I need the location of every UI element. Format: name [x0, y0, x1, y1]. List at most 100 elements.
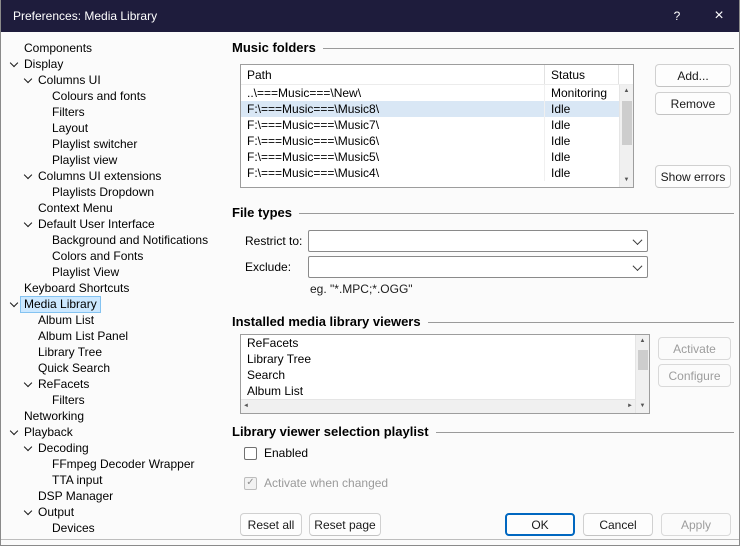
tree-expand-icon[interactable]: [36, 138, 49, 151]
tree-expand-icon[interactable]: [36, 122, 49, 135]
apply-button[interactable]: Apply: [661, 513, 731, 536]
chevron-down-icon[interactable]: [627, 231, 647, 251]
tree-item[interactable]: Networking: [4, 408, 230, 424]
add-folder-button[interactable]: Add...: [655, 64, 731, 87]
tree-expand-icon[interactable]: [36, 186, 49, 199]
tree-item[interactable]: Playlist view: [4, 152, 230, 168]
scroll-up-icon[interactable]: ▲: [640, 335, 646, 348]
tree-expand-icon[interactable]: [36, 474, 49, 487]
ok-button[interactable]: OK: [505, 513, 575, 536]
tree-item[interactable]: Media Library: [4, 296, 230, 312]
scroll-up-icon[interactable]: ▲: [624, 85, 630, 98]
chevron-down-icon[interactable]: [627, 257, 647, 277]
tree-item[interactable]: Decoding: [4, 440, 230, 456]
tree-item[interactable]: Colors and Fonts: [4, 248, 230, 264]
tree-expand-icon[interactable]: [36, 234, 49, 247]
tree-item[interactable]: Library Tree: [4, 344, 230, 360]
tree-expand-icon[interactable]: [36, 250, 49, 263]
activate-when-changed-checkbox[interactable]: ✓: [244, 477, 257, 490]
tree-item[interactable]: Context Menu: [4, 200, 230, 216]
restrict-to-combobox[interactable]: [308, 230, 648, 252]
tree-item[interactable]: Keyboard Shortcuts: [4, 280, 230, 296]
tree-expand-icon[interactable]: [22, 506, 35, 519]
folder-row[interactable]: F:\===Music===\Music8\ Idle: [241, 101, 619, 117]
reset-all-button[interactable]: Reset all: [240, 513, 302, 536]
folder-row[interactable]: F:\===Music===\Music4\ Idle: [241, 165, 619, 181]
tree-expand-icon[interactable]: [8, 410, 21, 423]
folder-row[interactable]: F:\===Music===\Music5\ Idle: [241, 149, 619, 165]
tree-item[interactable]: Playback: [4, 424, 230, 440]
viewers-horizontal-scrollbar[interactable]: ◄ ►: [241, 399, 635, 413]
exclude-combobox[interactable]: [308, 256, 648, 278]
close-button[interactable]: ×: [698, 0, 740, 32]
tree-item[interactable]: Album List Panel: [4, 328, 230, 344]
folders-vertical-scrollbar[interactable]: ▲ ▼: [619, 85, 633, 187]
viewer-item[interactable]: Library Tree: [241, 351, 635, 367]
tree-item[interactable]: Devices: [4, 520, 230, 536]
tree-expand-icon[interactable]: [36, 458, 49, 471]
viewer-item[interactable]: ReFacets: [241, 335, 635, 351]
tree-expand-icon[interactable]: [22, 330, 35, 343]
tree-item[interactable]: Album List: [4, 312, 230, 328]
tree-expand-icon[interactable]: [36, 522, 49, 535]
tree-item[interactable]: Playlists Dropdown: [4, 184, 230, 200]
folder-row[interactable]: F:\===Music===\Music6\ Idle: [241, 133, 619, 149]
tree-expand-icon[interactable]: [22, 74, 35, 87]
tree-expand-icon[interactable]: [22, 202, 35, 215]
tree-expand-icon[interactable]: [22, 378, 35, 391]
tree-expand-icon[interactable]: [8, 58, 21, 71]
remove-folder-button[interactable]: Remove: [655, 92, 731, 115]
show-errors-button[interactable]: Show errors: [655, 165, 731, 188]
tree-item[interactable]: Components: [4, 40, 230, 56]
tree-item[interactable]: Columns UI: [4, 72, 230, 88]
tree-item[interactable]: ReFacets: [4, 376, 230, 392]
tree-expand-icon[interactable]: [36, 154, 49, 167]
tree-expand-icon[interactable]: [22, 362, 35, 375]
tree-item[interactable]: Filters: [4, 104, 230, 120]
tree-item[interactable]: Display: [4, 56, 230, 72]
activate-when-changed-checkbox-row[interactable]: ✓ Activate when changed: [244, 476, 388, 490]
folder-row[interactable]: F:\===Music===\Music7\ Idle: [241, 117, 619, 133]
help-button[interactable]: ?: [656, 0, 698, 32]
tree-item[interactable]: Columns UI extensions: [4, 168, 230, 184]
tree-item[interactable]: Layout: [4, 120, 230, 136]
column-header-path[interactable]: Path: [241, 65, 545, 84]
activate-button[interactable]: Activate: [658, 337, 731, 360]
tree-expand-icon[interactable]: [36, 394, 49, 407]
tree-expand-icon[interactable]: [8, 42, 21, 55]
tree-item[interactable]: TTA input: [4, 472, 230, 488]
cancel-button[interactable]: Cancel: [583, 513, 653, 536]
tree-item[interactable]: Quick Search: [4, 360, 230, 376]
tree-item[interactable]: Default User Interface: [4, 216, 230, 232]
tree-item[interactable]: Playlist View: [4, 264, 230, 280]
tree-expand-icon[interactable]: [22, 442, 35, 455]
tree-item[interactable]: Filters: [4, 392, 230, 408]
tree-expand-icon[interactable]: [36, 90, 49, 103]
scroll-down-icon[interactable]: ▼: [640, 400, 646, 413]
tree-item[interactable]: FFmpeg Decoder Wrapper: [4, 456, 230, 472]
configure-button[interactable]: Configure: [658, 364, 731, 387]
reset-page-button[interactable]: Reset page: [309, 513, 381, 536]
enabled-checkbox[interactable]: [244, 447, 257, 460]
viewer-item[interactable]: Search: [241, 367, 635, 383]
tree-item[interactable]: Output: [4, 504, 230, 520]
tree-item[interactable]: DSP Manager: [4, 488, 230, 504]
column-header-status[interactable]: Status: [545, 65, 619, 84]
scroll-right-icon[interactable]: ►: [627, 400, 633, 413]
tree-expand-icon[interactable]: [8, 282, 21, 295]
tree-expand-icon[interactable]: [36, 266, 49, 279]
folder-row[interactable]: ..\===Music===\New\ Monitoring: [241, 85, 619, 101]
tree-expand-icon[interactable]: [22, 170, 35, 183]
tree-item[interactable]: Colours and fonts: [4, 88, 230, 104]
tree-expand-icon[interactable]: [8, 426, 21, 439]
scroll-left-icon[interactable]: ◄: [243, 400, 249, 413]
viewer-item[interactable]: Album List: [241, 383, 635, 399]
tree-expand-icon[interactable]: [22, 490, 35, 503]
scrollbar-thumb[interactable]: [638, 350, 648, 370]
viewers-vertical-scrollbar[interactable]: ▲ ▼: [635, 335, 649, 413]
tree-item[interactable]: Playlist switcher: [4, 136, 230, 152]
tree-expand-icon[interactable]: [36, 106, 49, 119]
enabled-checkbox-row[interactable]: Enabled: [244, 446, 308, 460]
tree-expand-icon[interactable]: [22, 218, 35, 231]
scrollbar-thumb[interactable]: [622, 101, 632, 145]
